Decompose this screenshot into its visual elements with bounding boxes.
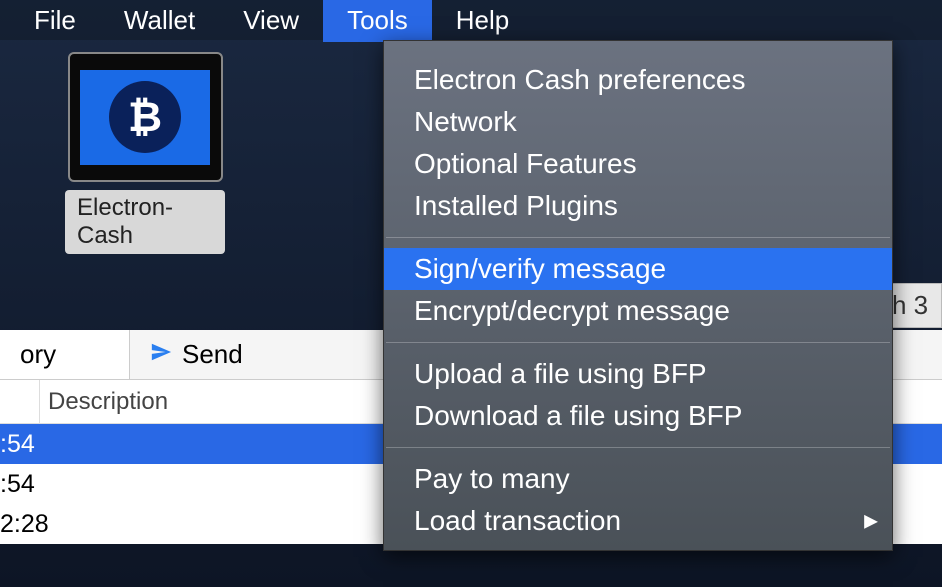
table-header-description[interactable]: Description	[40, 388, 168, 416]
menu-item-encrypt-decrypt[interactable]: Encrypt/decrypt message	[384, 290, 892, 332]
bitcoin-icon: ₿	[109, 81, 181, 153]
row-time: :54	[0, 430, 35, 459]
menu-item-sign-verify[interactable]: Sign/verify message	[384, 248, 892, 290]
menu-item-installed-plugins[interactable]: Installed Plugins	[384, 185, 892, 227]
row-time: 2:28	[0, 510, 49, 539]
tab-send[interactable]: Send	[130, 330, 385, 379]
window-title-fragment: h 3	[887, 283, 942, 328]
tab-history-label: ory	[20, 339, 56, 370]
send-icon	[150, 341, 172, 369]
menu-item-preferences[interactable]: Electron Cash preferences	[384, 59, 892, 101]
menu-item-load-transaction[interactable]: Load transaction ▶	[384, 500, 892, 542]
menu-item-network[interactable]: Network	[384, 101, 892, 143]
menu-item-load-transaction-label: Load transaction	[414, 505, 621, 536]
app-icon-graphic: ₿	[68, 52, 223, 182]
menu-file[interactable]: File	[10, 0, 100, 42]
menu-wallet[interactable]: Wallet	[100, 0, 219, 42]
menu-tools[interactable]: Tools	[323, 0, 432, 42]
menu-separator	[386, 237, 890, 238]
tab-send-label: Send	[182, 339, 243, 370]
desktop-app-icon[interactable]: ₿ Electron-Cash	[65, 52, 225, 254]
menu-item-download-bfp[interactable]: Download a file using BFP	[384, 395, 892, 437]
desktop-icon-label: Electron-Cash	[65, 190, 225, 254]
menu-item-upload-bfp[interactable]: Upload a file using BFP	[384, 353, 892, 395]
tools-dropdown: Electron Cash preferences Network Option…	[383, 40, 893, 551]
menu-view[interactable]: View	[219, 0, 323, 42]
row-time: :54	[0, 470, 35, 499]
menu-help[interactable]: Help	[432, 0, 533, 42]
app-icon-inner: ₿	[80, 70, 210, 165]
menu-item-pay-to-many[interactable]: Pay to many	[384, 458, 892, 500]
table-header-time[interactable]	[0, 380, 40, 423]
menu-item-optional-features[interactable]: Optional Features	[384, 143, 892, 185]
chevron-right-icon: ▶	[864, 511, 878, 532]
menu-separator	[386, 447, 890, 448]
tab-history[interactable]: ory	[0, 330, 130, 379]
menu-separator	[386, 342, 890, 343]
menubar: File Wallet View Tools Help	[0, 0, 942, 40]
